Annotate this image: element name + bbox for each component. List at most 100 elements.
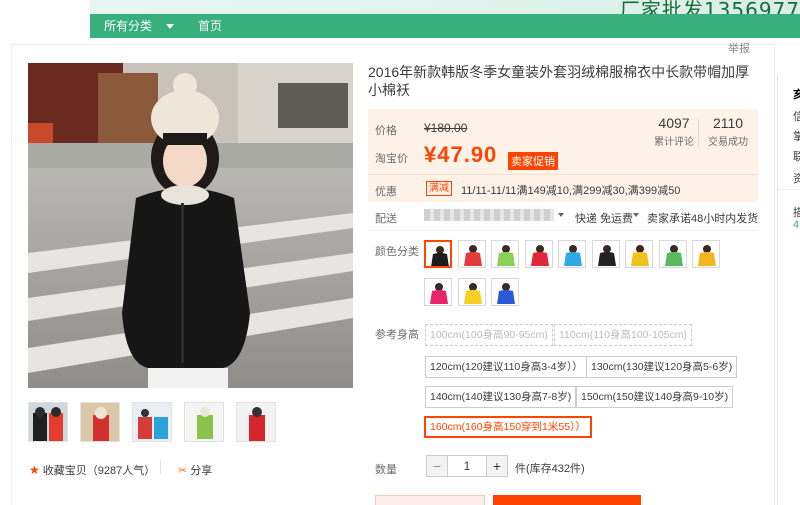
sidebar-line-1: 亥 <box>793 89 800 101</box>
color-swatch-9[interactable] <box>692 240 720 268</box>
price-panel: 价格 ¥180.00 淘宝价 ¥47.90 卖家促销 4097 累计评论 211… <box>368 109 758 202</box>
size-option-160[interactable]: 160cm(160身高150穿到1米55）） <box>424 416 592 438</box>
swatch-image <box>492 241 518 267</box>
quantity-decrement-button[interactable]: − <box>426 455 448 477</box>
sidebar-line-2: 信 <box>793 111 800 123</box>
sales-stat: 2110 交易成功 <box>708 115 748 148</box>
chevron-down-icon[interactable] <box>558 213 564 217</box>
color-swatch-8[interactable] <box>658 240 687 268</box>
report-link[interactable]: 举报 <box>728 40 750 56</box>
color-swatch-12[interactable] <box>491 278 519 306</box>
shop-navbar: 所有分类 首页 <box>90 14 800 38</box>
chevron-down-icon <box>166 24 175 30</box>
swatch-image <box>626 241 652 267</box>
size-option-120[interactable]: 120cm(120建议110身高3-4岁）） <box>425 356 588 378</box>
action-divider <box>160 460 161 474</box>
main-product-image[interactable] <box>28 63 353 388</box>
swatch-image <box>426 242 450 266</box>
nav-home[interactable]: 首页 <box>198 14 222 38</box>
product-photo <box>28 63 353 388</box>
favorite-label: 收藏宝贝 <box>42 465 87 477</box>
color-swatch-11[interactable] <box>457 278 486 306</box>
shipping-method: 快递 免运费 <box>575 213 634 225</box>
reviews-label: 累计评论 <box>654 137 694 148</box>
shipping-address-selector[interactable] <box>424 209 554 221</box>
thumbnail-1[interactable] <box>28 402 68 442</box>
sidebar-top <box>777 44 800 74</box>
sidebar-line-4: 联 <box>793 151 800 163</box>
color-swatch-2[interactable] <box>457 240 486 268</box>
share-icon: ✂ <box>178 465 188 477</box>
thumbnail-4[interactable] <box>184 402 224 442</box>
size-option-130[interactable]: 130cm(130建议120身高5-6岁) <box>586 356 738 378</box>
thumbnail-photo <box>29 403 67 441</box>
swatch-image <box>559 241 585 267</box>
color-swatch-5[interactable] <box>558 240 586 268</box>
stat-divider <box>698 119 699 147</box>
buy-now-button[interactable] <box>375 495 485 505</box>
discount-tag: 满减 <box>426 181 452 196</box>
size-label: 参考身高 <box>375 329 419 341</box>
section-divider <box>368 230 758 231</box>
add-to-cart-button[interactable] <box>493 495 641 505</box>
sidebar-divider <box>778 189 800 190</box>
discount-text: 11/11-11/11满149减10,满299减30,满399减50 <box>461 185 681 197</box>
thumbnail-photo <box>185 403 223 441</box>
swatch-image <box>693 241 719 267</box>
sidebar-line-3: 掌 <box>793 131 800 143</box>
sales-count: 2110 <box>712 115 744 131</box>
swatch-image <box>525 241 552 267</box>
favorite-button[interactable]: ★ 收藏宝贝（9287人气） <box>29 462 155 478</box>
color-swatch-6[interactable] <box>591 240 620 268</box>
quantity-label: 数量 <box>375 464 397 476</box>
shipping-label: 配送 <box>375 213 397 225</box>
nav-all-categories[interactable]: 所有分类 <box>104 14 175 38</box>
thumbnail-photo <box>133 403 171 441</box>
shop-info-sidebar: 亥 信 掌 联 资 描 4. <box>777 74 800 505</box>
sidebar-line-7: 4. <box>793 219 800 231</box>
thumbnail-2[interactable] <box>80 402 120 442</box>
size-option-110[interactable]: 110cm(110身高100-105cm) <box>554 324 692 346</box>
color-swatch-4[interactable] <box>524 240 553 268</box>
swatch-image <box>492 279 518 305</box>
share-button[interactable]: ✂ 分享 <box>178 462 212 478</box>
promo-price: ¥47.90 <box>424 142 498 167</box>
color-swatch-7[interactable] <box>625 240 653 268</box>
price-label: 价格 <box>375 125 397 137</box>
swatch-image <box>425 279 451 305</box>
quantity-increment-button[interactable]: + <box>486 455 508 477</box>
swatch-image <box>458 279 485 305</box>
top-banner: 厂家批发1356977 <box>0 0 800 22</box>
color-swatch-10[interactable] <box>424 278 452 306</box>
shipping-promise: 卖家承诺48小时内发货 <box>647 213 759 225</box>
nav-all-categories-label: 所有分类 <box>104 19 153 33</box>
reviews-stat[interactable]: 4097 累计评论 <box>654 115 694 148</box>
thumbnail-5[interactable] <box>236 402 276 442</box>
size-option-150[interactable]: 150cm(150建议140身高9-10岁) <box>576 386 734 408</box>
product-page: { "banner": { "promo_text": "厂家批发1356977… <box>0 0 800 505</box>
thumbnail-photo <box>81 403 119 441</box>
thumbnail-photo <box>237 403 275 441</box>
quantity-input[interactable]: 1 <box>448 455 486 477</box>
chevron-down-icon[interactable] <box>633 213 639 217</box>
sidebar-line-5: 资 <box>793 173 800 185</box>
swatch-image <box>659 241 686 267</box>
promo-price-label: 淘宝价 <box>375 153 408 165</box>
reviews-count: 4097 <box>658 115 690 131</box>
color-label: 颜色分类 <box>375 246 419 258</box>
stock-text: 件(库存432件) <box>515 463 585 475</box>
promo-tag: 卖家促销 <box>508 152 558 170</box>
size-option-140[interactable]: 140cm(140建议130身高7-8岁) <box>425 386 577 408</box>
favorite-count: （9287人气） <box>86 465 156 477</box>
discount-label: 优惠 <box>375 186 397 198</box>
original-price: ¥180.00 <box>424 121 468 135</box>
color-swatch-1[interactable] <box>424 240 452 268</box>
color-swatch-3[interactable] <box>491 240 519 268</box>
product-title: 2016年新款韩版冬季女童装外套羽绒棉服棉衣中长款带帽加厚小棉袄 <box>368 64 750 98</box>
price-panel-divider <box>368 174 758 175</box>
sales-label: 交易成功 <box>708 137 748 148</box>
star-icon: ★ <box>29 463 40 477</box>
thumbnail-3[interactable] <box>132 402 172 442</box>
size-option-100[interactable]: 100cm(100身高90-95cm) <box>425 324 553 346</box>
swatch-image <box>592 241 619 267</box>
